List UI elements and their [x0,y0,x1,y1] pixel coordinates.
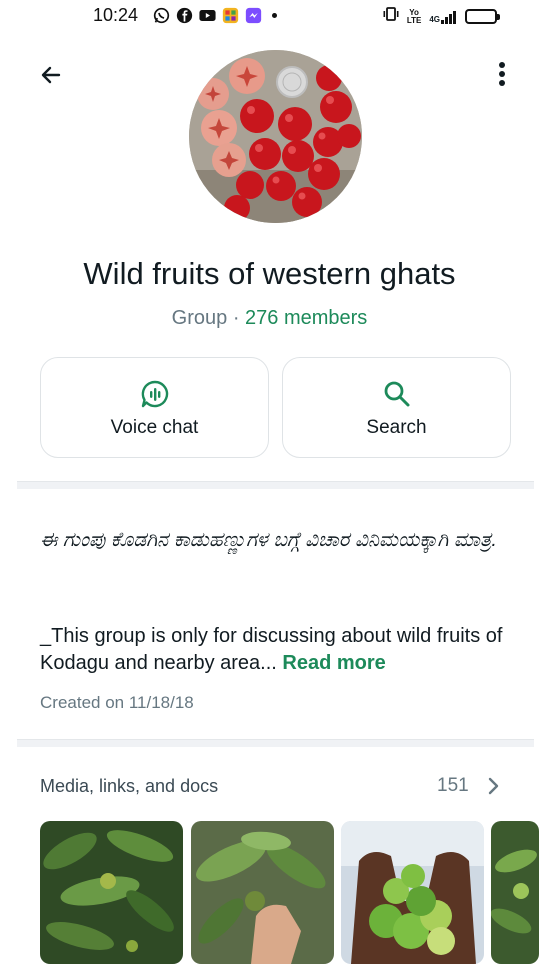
voice-chat-label: Voice chat [110,416,199,438]
voice-chat-button[interactable]: Voice chat [40,357,269,458]
members-link[interactable]: 276 members [245,307,367,329]
search-icon [382,377,412,411]
status-app-icons [153,7,277,24]
media-thumbnail[interactable] [40,821,183,964]
vibrate-icon [383,7,399,26]
messenger-icon [245,7,262,24]
media-thumbnail[interactable] [341,821,484,964]
youtube-icon [199,7,216,24]
search-button[interactable]: Search [282,357,511,458]
voice-chat-icon [140,377,170,411]
volte-icon: Yo LTE [406,7,422,25]
whatsapp-icon [153,7,170,24]
arrow-left-icon [41,66,61,84]
media-thumbnail[interactable] [191,821,334,964]
media-section-title[interactable]: Media, links, and docs [40,776,218,797]
back-button[interactable] [34,58,68,92]
group-description-kannada: ಈ ಗುಂಪು ಕೊಡಗಿನ ಕಾಡುಹಣ್ಣುಗಳ ಬಗ್ಗೆ ವಿಚಾರ ವ… [40,529,497,551]
group-type-label: Group · [171,307,246,329]
media-thumbnail[interactable] [491,821,539,964]
status-bar: 10:24 Yo LTE 4G [0,0,539,32]
read-more-link[interactable]: Read more [282,652,385,674]
group-avatar[interactable] [189,50,362,223]
status-time: 10:24 [93,5,139,25]
group-description-english: _This group is only for discussing about… [40,623,520,677]
section-divider [17,481,534,489]
more-options-button[interactable] [486,56,518,92]
notification-dot [272,13,277,18]
facebook-icon [176,7,193,24]
battery-icon [465,9,500,24]
group-meta: Group · 276 members [0,307,539,330]
media-count[interactable]: 151 [437,775,469,797]
search-label: Search [366,416,427,438]
group-name: Wild fruits of western ghats [83,256,456,291]
signal-icon: 4G [429,10,457,24]
section-divider [17,739,534,747]
more-vertical-icon [499,62,505,86]
description-text: _This group is only for discussing about… [40,625,503,674]
app-grid-icon [222,7,239,24]
created-date: Created on 11/18/18 [40,693,194,712]
network-type-label: 4G [429,14,440,24]
chevron-right-icon[interactable] [485,776,503,796]
status-indicators: Yo LTE 4G [383,7,500,26]
